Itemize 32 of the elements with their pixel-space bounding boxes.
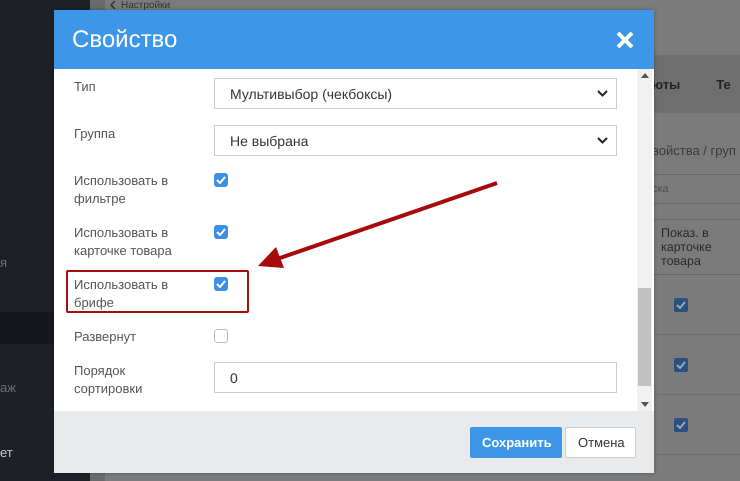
sidebar-item[interactable]: я [0,255,8,270]
back-link[interactable]: Настройки [105,0,740,10]
checkbox[interactable] [214,225,228,239]
save-button[interactable]: Сохранить [470,426,562,458]
scroll-down-icon[interactable] [640,402,648,407]
field-label: Развернут [74,328,138,346]
sidebar-item[interactable]: аж [0,380,16,395]
chevron-down-icon [597,137,608,144]
tab[interactable]: Те [716,76,731,92]
field-label: Порядок сортировки [74,362,144,398]
scrollbar[interactable] [637,69,652,411]
dialog-title: Свойство [72,26,178,54]
field-label: Использовать в фильтре [74,172,170,208]
scroll-up-icon[interactable] [640,73,648,78]
field-label: Использовать в брифе [74,276,170,312]
field-label: Тип [74,78,97,96]
chevron-down-icon [597,90,608,97]
field-label: Группа [74,125,116,143]
checkbox[interactable] [214,329,228,343]
sidebar-item[interactable]: ет [0,445,13,460]
checkbox[interactable] [674,418,688,432]
input-field[interactable]: 0 [214,362,617,393]
checkbox[interactable] [674,298,688,312]
checkbox[interactable] [674,358,688,372]
checkbox[interactable] [214,173,228,187]
chevron-left-icon [110,1,116,9]
field-label: Использовать в карточке товара [74,224,173,260]
select-field[interactable]: Не выбрана [214,125,617,156]
cancel-button[interactable]: Отмена [565,426,636,458]
checkbox[interactable] [214,277,228,291]
close-icon[interactable] [616,30,634,48]
select-field[interactable]: Мультивыбор (чекбоксы) [214,78,617,109]
